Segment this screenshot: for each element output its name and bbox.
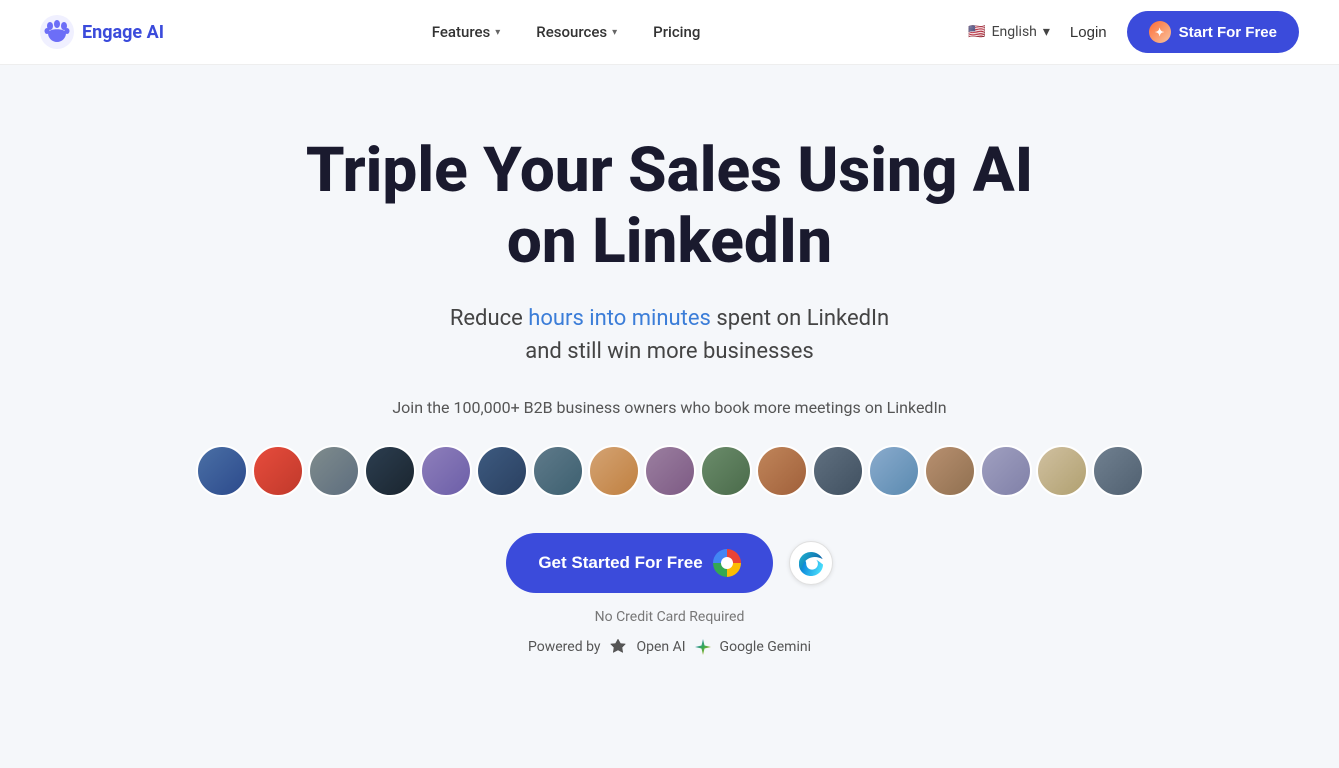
- openai-icon: [608, 637, 628, 657]
- hero-join-text: Join the 100,000+ B2B business owners wh…: [392, 398, 946, 417]
- hero-subtitle: Reduce hours into minutes spent on Linke…: [450, 302, 889, 368]
- edge-svg: [796, 548, 826, 578]
- get-started-button[interactable]: Get Started For Free: [506, 533, 772, 593]
- avatar: [980, 445, 1032, 497]
- hero-title: Triple Your Sales Using AI on LinkedIn: [306, 135, 1033, 278]
- nav-pricing[interactable]: Pricing: [653, 23, 700, 41]
- powered-row: Powered by Open AI Google Gemini: [528, 637, 811, 657]
- avatar: [252, 445, 304, 497]
- navbar: Engage AI Features ▾ Resources ▾ Pricing…: [0, 0, 1339, 65]
- start-button-icon: ✦: [1149, 21, 1171, 43]
- nav-right: 🇺🇸 English ▾ Login ✦ Start For Free: [968, 11, 1299, 53]
- logo-link[interactable]: Engage AI: [40, 15, 164, 49]
- avatar: [868, 445, 920, 497]
- cta-row: Get Started For Free: [506, 533, 832, 593]
- gemini-icon: [694, 638, 712, 656]
- avatar: [1092, 445, 1144, 497]
- start-for-free-button[interactable]: ✦ Start For Free: [1127, 11, 1299, 53]
- highlight-text: hours into minutes: [528, 306, 711, 331]
- lang-chevron-icon: ▾: [1043, 24, 1050, 40]
- language-label: English: [992, 24, 1037, 40]
- openai-label: Open AI: [636, 639, 685, 655]
- avatar: [532, 445, 584, 497]
- avatar: [308, 445, 360, 497]
- avatar: [756, 445, 808, 497]
- logo-icon: [40, 15, 74, 49]
- logo-text: Engage AI: [82, 22, 164, 43]
- avatar: [1036, 445, 1088, 497]
- nav-resources[interactable]: Resources ▾: [536, 23, 617, 41]
- avatars-row: [196, 445, 1144, 497]
- avatar: [924, 445, 976, 497]
- login-button[interactable]: Login: [1070, 24, 1107, 41]
- powered-label: Powered by: [528, 639, 601, 655]
- no-credit-card-text: No Credit Card Required: [595, 609, 745, 625]
- gemini-label: Google Gemini: [720, 639, 811, 655]
- avatar: [700, 445, 752, 497]
- avatar: [196, 445, 248, 497]
- flag-icon: 🇺🇸: [968, 24, 985, 40]
- avatar: [812, 445, 864, 497]
- language-selector[interactable]: 🇺🇸 English ▾: [968, 24, 1050, 40]
- nav-center: Features ▾ Resources ▾ Pricing: [432, 23, 701, 41]
- chrome-icon: [713, 549, 741, 577]
- avatar: [588, 445, 640, 497]
- avatar: [644, 445, 696, 497]
- avatar: [364, 445, 416, 497]
- features-chevron-icon: ▾: [495, 27, 500, 38]
- resources-chevron-icon: ▾: [612, 27, 617, 38]
- edge-browser-icon[interactable]: [789, 541, 833, 585]
- avatar: [476, 445, 528, 497]
- avatar: [420, 445, 472, 497]
- hero-section: Triple Your Sales Using AI on LinkedIn R…: [0, 65, 1339, 697]
- nav-features[interactable]: Features ▾: [432, 23, 501, 41]
